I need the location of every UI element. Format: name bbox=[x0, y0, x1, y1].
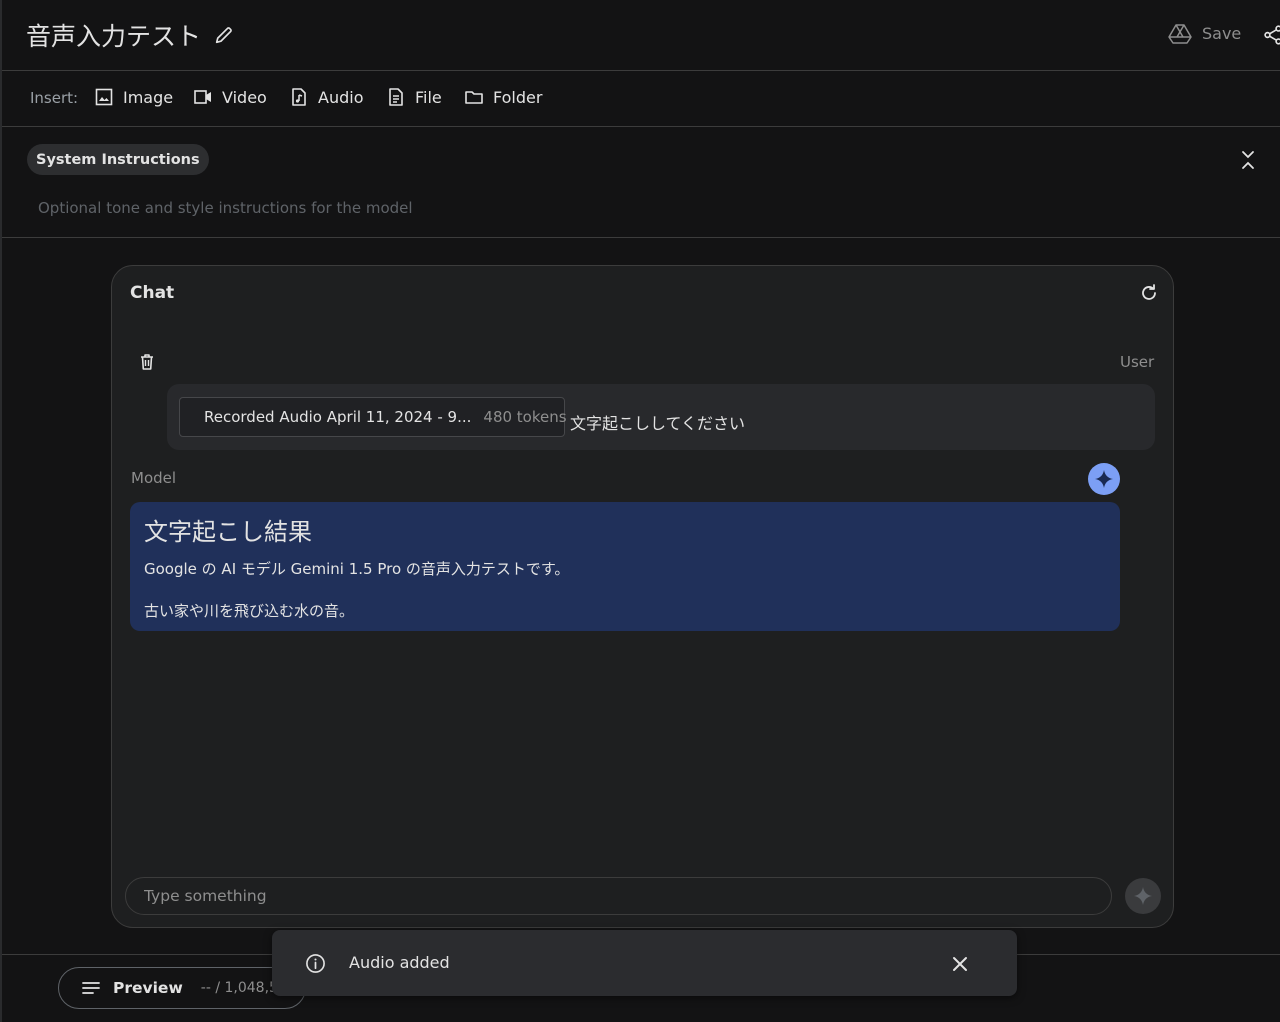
menu-lines-icon bbox=[82, 982, 100, 994]
model-message: 文字起こし結果 Google の AI モデル Gemini 1.5 Pro の… bbox=[130, 502, 1120, 631]
insert-image-label: Image bbox=[123, 87, 174, 107]
insert-audio-label: Audio bbox=[318, 87, 364, 107]
model-message-paragraph: Google の AI モデル Gemini 1.5 Pro の音声入力テストで… bbox=[144, 560, 570, 578]
header: 音声入力テスト Save bbox=[2, 0, 1280, 71]
drive-icon bbox=[1168, 24, 1192, 44]
user-message-text: 文字起こししてください bbox=[570, 414, 746, 433]
edit-icon[interactable] bbox=[213, 24, 235, 46]
insert-image-button[interactable]: Image bbox=[94, 87, 173, 107]
close-icon[interactable] bbox=[949, 953, 971, 975]
delete-icon[interactable] bbox=[137, 352, 157, 372]
insert-label: Insert: bbox=[30, 89, 79, 107]
page-title: 音声入力テスト bbox=[26, 22, 202, 51]
model-role-label: Model bbox=[131, 469, 177, 487]
chat-panel: Chat User Recorded Audio April 11, 2024 … bbox=[111, 265, 1174, 928]
video-icon bbox=[194, 90, 211, 104]
insert-toolbar: Insert: Image Video Audio File Folder bbox=[2, 71, 1280, 127]
sparkle-icon bbox=[1095, 470, 1113, 488]
insert-file-button[interactable]: File bbox=[386, 87, 442, 107]
share-icon[interactable] bbox=[1262, 24, 1280, 46]
system-instructions-input[interactable]: Optional tone and style instructions for… bbox=[38, 199, 413, 217]
chat-input[interactable] bbox=[125, 877, 1112, 915]
insert-video-button[interactable]: Video bbox=[193, 87, 267, 107]
file-icon bbox=[389, 88, 403, 106]
model-avatar bbox=[1088, 463, 1120, 495]
toast-message: Audio added bbox=[349, 953, 450, 972]
system-instructions-chip[interactable]: System Instructions bbox=[27, 144, 209, 175]
save-button[interactable]: Save bbox=[1168, 22, 1241, 44]
info-icon bbox=[306, 954, 325, 973]
app-page: 音声入力テスト Save Insert: Image Video Audio F… bbox=[0, 0, 1280, 1022]
refresh-icon[interactable] bbox=[1139, 283, 1159, 303]
folder-icon bbox=[465, 91, 483, 104]
user-role-label: User bbox=[1120, 353, 1155, 371]
attachment-token-count: 480 tokens bbox=[483, 408, 567, 426]
insert-folder-label: Folder bbox=[493, 87, 543, 107]
audio-file-icon bbox=[292, 88, 306, 106]
toast-notification: Audio added bbox=[272, 930, 1017, 996]
preview-label: Preview bbox=[113, 979, 183, 997]
model-message-paragraph: 古い家や川を飛び込む水の音。 bbox=[144, 602, 355, 620]
insert-video-label: Video bbox=[222, 87, 267, 107]
image-icon bbox=[95, 88, 113, 106]
insert-folder-button[interactable]: Folder bbox=[464, 87, 542, 107]
collapse-icon[interactable] bbox=[1238, 149, 1258, 171]
sparkle-icon bbox=[1134, 887, 1152, 905]
audio-attachment-chip[interactable]: Recorded Audio April 11, 2024 - 9... 480… bbox=[179, 397, 567, 437]
user-message: Recorded Audio April 11, 2024 - 9... 480… bbox=[167, 384, 1155, 450]
save-label: Save bbox=[1202, 23, 1242, 43]
attachment-name: Recorded Audio April 11, 2024 - 9... bbox=[204, 408, 472, 426]
preview-button[interactable]: Preview -- / 1,048,576 bbox=[58, 967, 306, 1009]
chat-title: Chat bbox=[130, 283, 175, 303]
send-button[interactable] bbox=[1125, 878, 1161, 914]
system-instructions-panel: System Instructions Optional tone and st… bbox=[2, 127, 1280, 238]
insert-audio-button[interactable]: Audio bbox=[289, 87, 363, 107]
model-message-heading: 文字起こし結果 bbox=[144, 518, 312, 546]
insert-file-label: File bbox=[415, 87, 442, 107]
